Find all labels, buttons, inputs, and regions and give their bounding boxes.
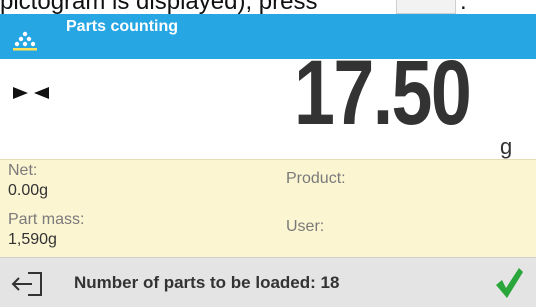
weight-value: 17.50 xyxy=(293,42,472,144)
weight-unit: g xyxy=(500,134,513,159)
instruction-text-end: . xyxy=(460,0,467,14)
bottom-bar: Number of parts to be loaded: 18 xyxy=(0,257,536,307)
checkmark-icon[interactable] xyxy=(494,266,524,300)
net-label: Net: xyxy=(8,162,38,179)
net-value: 0.00g xyxy=(8,182,49,199)
part-mass-value: 1,590g xyxy=(8,231,57,248)
info-panel: Net: 0.00g Part mass: 1,590g Product: Us… xyxy=(0,159,536,258)
page-title: Parts counting xyxy=(66,18,179,35)
instruction-strip: pictogram is displayed), press . xyxy=(0,0,536,14)
stable-indicator-icon xyxy=(13,87,49,99)
exit-icon[interactable] xyxy=(10,270,46,298)
key-placeholder xyxy=(396,0,456,14)
part-mass-label: Part mass: xyxy=(8,211,85,228)
instruction-text: pictogram is displayed), press xyxy=(0,0,318,14)
weight-display: 17.50 g xyxy=(0,47,536,159)
product-label: Product: xyxy=(286,170,346,187)
parts-counting-icon xyxy=(13,31,37,51)
user-label: User: xyxy=(286,218,325,235)
status-message: Number of parts to be loaded: 18 xyxy=(74,273,340,292)
